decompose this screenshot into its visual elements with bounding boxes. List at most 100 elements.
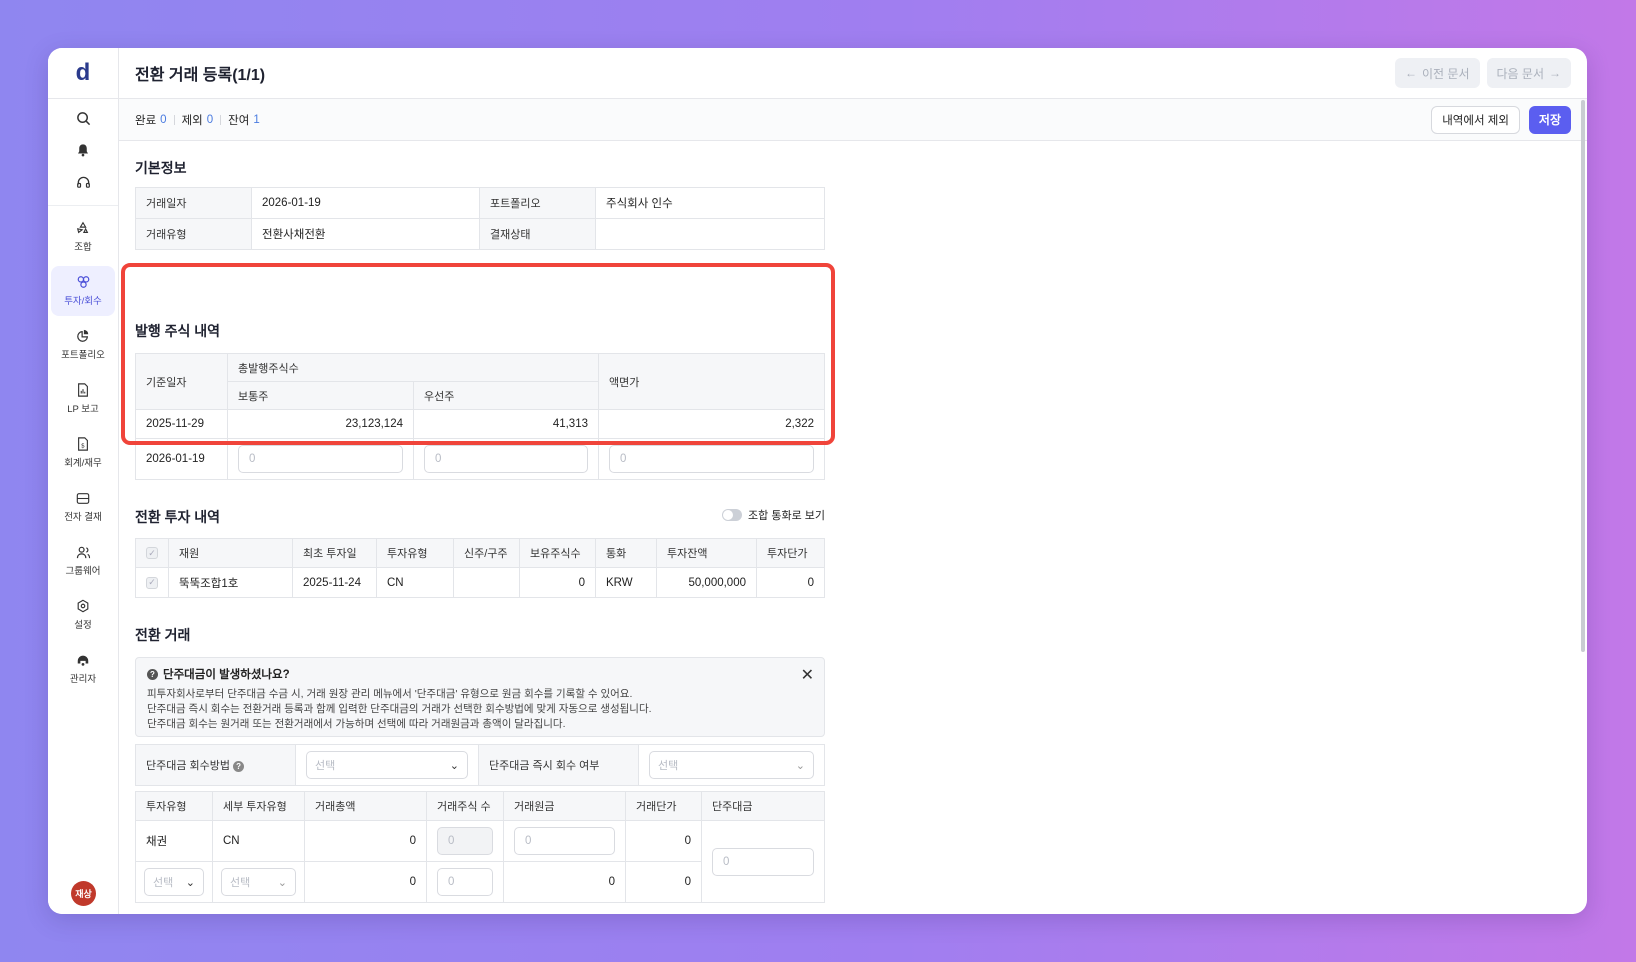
sidebar: d 조합 투자/회수 포트폴리오 LP 보고 $ 회계/재무 전자 결재 그룹웨… [48,48,119,914]
col-unit-price: 투자단가 [756,538,825,568]
question-icon: ? [147,668,158,680]
svg-text:$: $ [81,443,85,450]
close-icon[interactable]: ✕ [801,665,814,685]
help-icon[interactable]: ? [233,761,245,772]
cell-unit-price: 0 [756,567,825,598]
sidebar-item-label: 회계/재무 [64,458,102,469]
col-odd-lot: 단주대금 [701,791,825,821]
scrollbar-thumb[interactable] [1581,100,1585,652]
status-remaining: 잔여 1 [228,112,260,128]
method-label: 단주대금 회수방법 [146,760,231,772]
row-common: 23,123,124 [227,409,414,439]
immediate-select[interactable]: 선택 ⌄ [649,751,814,779]
sidebar-item-accounting[interactable]: $ 회계/재무 [51,428,115,478]
page-title: 전환 거래 등록(1/1) [135,67,266,84]
next-document-label: 다음 문서 [1496,66,1545,81]
exclude-from-list-button[interactable]: 내역에서 제외 [1431,105,1520,134]
cell-unit: 0 [625,820,702,862]
type-select[interactable]: 선택 ⌄ [144,868,204,896]
app-window: d 조합 투자/회수 포트폴리오 LP 보고 $ 회계/재무 전자 결재 그룹웨… [48,48,1587,914]
principal-input[interactable]: 0 [514,827,615,855]
col-fund: 재원 [168,538,293,568]
issued-shares-title: 발행 주식 내역 [135,323,221,339]
pie-chart-icon [77,329,89,342]
status-excluded-count: 0 [206,113,214,126]
prev-document-label: 이전 문서 [1422,66,1470,81]
currency-toggle[interactable]: 조합 통화로 보기 [722,507,825,523]
recycle-icon [76,221,89,234]
cell-unit: 0 [625,861,702,903]
status-remaining-count: 1 [253,113,260,126]
groupware-icon [76,546,90,558]
col-unit: 거래단가 [625,791,702,821]
sidebar-item-label: 그룹웨어 [65,565,101,577]
par-value-input[interactable]: 0 [609,445,814,473]
avatar[interactable]: 재상 [71,881,96,906]
odd-lot-input[interactable]: 0 [712,847,814,876]
method-select-value: 선택 [315,760,336,772]
portfolio-label: 포트폴리오 [479,187,596,219]
status-remaining-label: 잔여 [228,114,250,127]
sidebar-item-lp-report[interactable]: LP 보고 [51,374,115,424]
status-excluded-label: 제외 [181,114,203,127]
col-first-date: 최초 투자일 [292,538,377,568]
search-icon[interactable] [74,109,92,127]
sidebar-item-portfolio[interactable]: 포트폴리오 [51,320,115,370]
cell-principal: 0 [503,861,626,903]
notice-title: 단주대금이 발생하셨나요? [163,669,290,681]
col-base-date: 기준일자 [135,353,228,410]
issued-shares-table: 기준일자 총발행주식수 액면가 보통주 우선주 2025-11-29 23,12… [135,353,825,480]
cell-fund: 뚝뚝조합1호 [168,567,293,598]
sub-type-select-value: 선택 [230,877,251,889]
sidebar-item-fund[interactable]: 조합 [51,212,115,262]
sidebar-item-label: LP 보고 [67,404,99,415]
approval-icon [76,492,90,504]
approval-status-value [595,218,825,250]
col-invest-type: 투자유형 [376,538,454,568]
sidebar-item-groupware[interactable]: 그룹웨어 [51,536,115,586]
method-select[interactable]: 선택 ⌄ [306,751,468,779]
trade-shares-input[interactable]: 0 [437,827,493,855]
app-logo[interactable]: d [48,48,118,99]
col-currency: 통화 [595,538,657,568]
preferred-shares-input[interactable]: 0 [424,445,588,473]
sidebar-item-investment[interactable]: 투자/회수 [51,266,115,316]
status-done: 완료 0 [135,112,167,128]
common-shares-input[interactable]: 0 [238,445,403,473]
select-all-checkbox[interactable]: ✓ [146,547,158,560]
row-checkbox[interactable]: ✓ [146,576,158,589]
col-principal: 거래원금 [503,791,626,821]
col-shares: 보유주식수 [519,538,596,568]
conv-investment-table: ✓ 재원 최초 투자일 투자유형 신주/구주 보유주식수 통화 투자잔액 투자단… [135,538,825,598]
cell-first-date: 2025-11-24 [292,567,377,598]
row-par: 2,322 [598,409,825,439]
save-button[interactable]: 저장 [1528,105,1571,134]
col-sub-type: 세부 투자유형 [212,791,305,821]
sidebar-item-settings[interactable]: 설정 [51,590,115,640]
cell-total: 0 [304,820,427,862]
cell-balance: 50,000,000 [656,567,757,598]
col-par-value: 액면가 [598,353,825,410]
toggle-label: 조합 통화로 보기 [748,510,825,522]
trade-shares-input[interactable]: 0 [437,868,493,896]
bell-icon[interactable] [74,141,92,159]
type-select-value: 선택 [153,877,174,889]
trade-date-label: 거래일자 [135,187,252,219]
sidebar-item-admin[interactable]: 관리자 [51,644,115,694]
prev-document-button[interactable]: ← 이전 문서 [1395,58,1480,88]
toggle-switch[interactable] [722,509,743,521]
row-date: 2026-01-19 [135,438,228,480]
sidebar-item-approval[interactable]: 전자 결재 [51,482,115,532]
next-document-button[interactable]: 다음 문서 → [1486,58,1571,88]
immediate-select-value: 선택 [658,760,679,772]
sub-type-select[interactable]: 선택 ⌄ [221,868,296,896]
table-row: 채권 CN 0 0 0 0 0 [135,820,825,903]
col-preferred: 우선주 [413,381,599,410]
col-trade-shares: 거래주식 수 [426,791,504,821]
trade-type-label: 거래유형 [135,218,252,250]
sidebar-item-label: 설정 [74,620,92,631]
page-header: 전환 거래 등록(1/1) ← 이전 문서 다음 문서 → [119,48,1587,99]
headset-icon[interactable] [74,173,92,191]
col-type: 투자유형 [135,791,213,821]
cell-new-old [453,567,520,598]
